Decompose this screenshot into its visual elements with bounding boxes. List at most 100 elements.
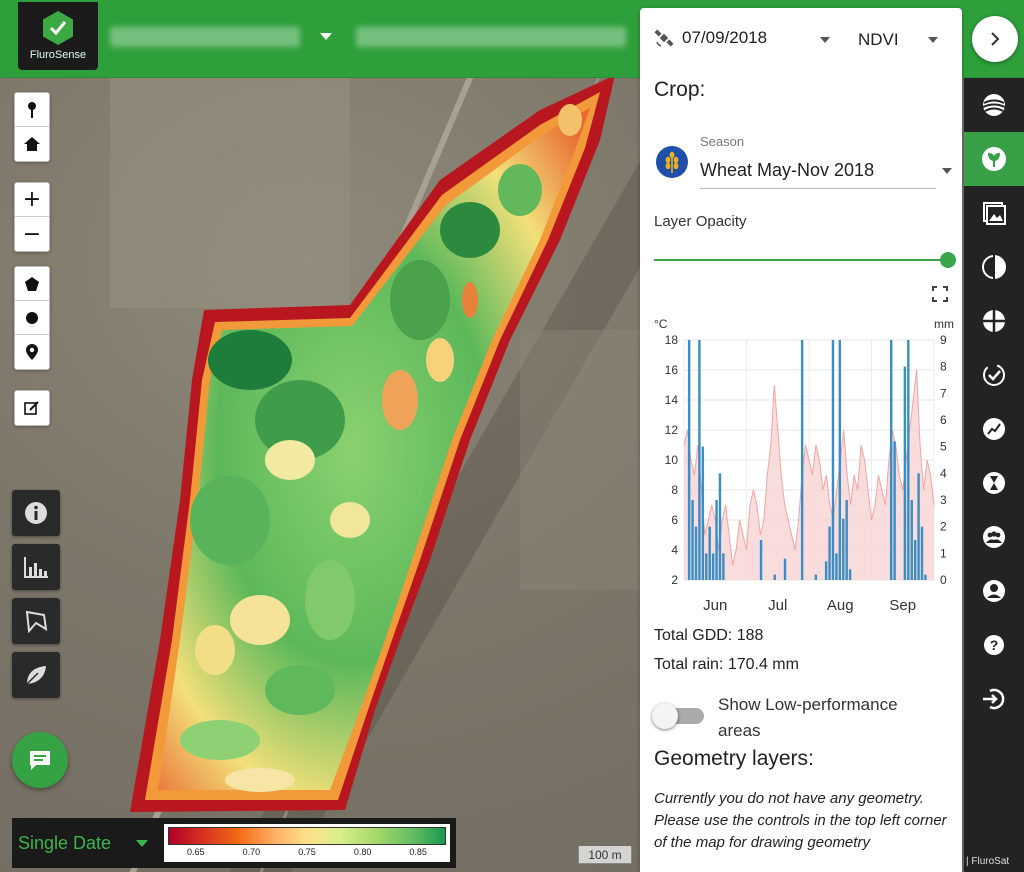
zoning-icon[interactable] — [964, 240, 1024, 294]
satellite-icon — [654, 29, 674, 47]
right-tick-label: 5 — [940, 440, 947, 454]
logo-icon — [43, 11, 73, 45]
layer-opacity-label: Layer Opacity — [654, 213, 747, 230]
map-toolbar-top — [14, 92, 50, 162]
rain-bar — [773, 574, 776, 580]
rain-bar — [838, 340, 842, 580]
chevron-down-icon[interactable] — [320, 33, 332, 40]
right-tick-label: 2 — [940, 520, 947, 534]
season-select[interactable]: Wheat May-Nov 2018 — [700, 160, 874, 181]
chevron-down-icon — [136, 840, 148, 847]
checklist-icon[interactable] — [964, 348, 1024, 402]
chevron-down-icon[interactable] — [942, 168, 952, 174]
info-button[interactable] — [12, 490, 60, 536]
fullscreen-icon[interactable] — [932, 286, 948, 302]
right-axis-unit: mm — [934, 317, 954, 331]
right-tick-label: 7 — [940, 386, 947, 400]
pie-icon[interactable] — [964, 294, 1024, 348]
layer-opacity-slider[interactable] — [654, 259, 950, 261]
rain-bar — [917, 473, 920, 580]
right-tick-label: 1 — [940, 546, 947, 560]
chevron-down-icon[interactable] — [928, 37, 938, 43]
right-tick-label: 6 — [940, 413, 947, 427]
total-gdd: Total GDD: 188 — [654, 627, 764, 644]
right-tick-label: 0 — [940, 573, 947, 587]
paddock-select[interactable] — [356, 27, 626, 47]
draw-polygon-icon[interactable] — [15, 267, 49, 301]
rain-bar — [893, 441, 896, 580]
rain-bar — [920, 526, 924, 580]
left-tick-label: 2 — [671, 573, 678, 587]
svg-text:?: ? — [990, 637, 999, 653]
x-tick-label: Jul — [768, 597, 787, 614]
edit-icon[interactable] — [15, 391, 49, 425]
team-icon[interactable] — [964, 510, 1024, 564]
rain-bar — [711, 553, 715, 580]
analytics-icon[interactable] — [964, 402, 1024, 456]
imagery-icon[interactable] — [964, 186, 1024, 240]
rain-bar — [691, 500, 694, 580]
info-icon — [25, 502, 47, 524]
wheat-icon — [656, 146, 688, 178]
map-attribution: | FluroSat — [966, 856, 1010, 867]
weather-icon[interactable] — [964, 78, 1024, 132]
chevron-down-icon[interactable] — [820, 37, 830, 43]
rain-bar — [824, 561, 828, 580]
draw-circle-icon[interactable] — [15, 301, 49, 335]
rain-bar — [889, 340, 893, 580]
chart-right-ticks: 0 1 2 3 4 5 6 7 8 9 — [940, 333, 947, 587]
season-label: Season — [700, 134, 745, 149]
total-rain: Total rain: 170.4 mm — [654, 656, 799, 673]
left-axis-unit: °C — [654, 317, 668, 331]
left-tick-label: 12 — [665, 423, 679, 437]
rain-bar — [718, 473, 722, 580]
low-performance-label: Show Low-performance areas — [718, 695, 898, 740]
farm-select[interactable] — [110, 27, 300, 47]
legend-color-bar — [168, 827, 446, 845]
rain-bar — [910, 500, 913, 580]
crop-layer-button[interactable] — [12, 652, 60, 698]
zone-button[interactable] — [12, 598, 60, 644]
weather-chart[interactable]: °C mm 24681012141618 0123456789 Jun Jul Au… — [648, 314, 960, 614]
chart-x-ticks: Jun Jul Aug Sep — [703, 597, 916, 614]
app-logo[interactable]: FluroSense — [18, 2, 98, 70]
date-select[interactable]: 07/09/2018 — [654, 28, 767, 48]
right-tick-label: 3 — [940, 493, 947, 507]
low-performance-toggle-thumb[interactable] — [652, 703, 678, 729]
legend-tick: 0.65 — [187, 847, 205, 857]
chat-button[interactable] — [12, 732, 68, 788]
rain-bar — [845, 500, 848, 580]
ndvi-field-overlay[interactable] — [0, 0, 640, 872]
profile-icon[interactable] — [964, 564, 1024, 618]
date-mode-select[interactable]: Single Date — [12, 818, 162, 868]
left-tick-label: 6 — [671, 513, 678, 527]
legend-ticks: 0.65 0.70 0.75 0.80 0.85 — [168, 845, 446, 859]
layer-opacity-thumb[interactable] — [940, 252, 956, 268]
hourglass-icon[interactable] — [964, 456, 1024, 510]
crop-icon[interactable] — [964, 132, 1024, 186]
rain-bar — [828, 526, 831, 580]
help-icon[interactable]: ? — [964, 618, 1024, 672]
rain-bar — [800, 340, 804, 580]
draw-toolbar — [14, 266, 50, 370]
side-panel: 07/09/2018 NDVI Crop: Season Wheat May-N… — [640, 8, 962, 872]
draw-marker-icon[interactable] — [15, 335, 49, 369]
selected-index[interactable]: NDVI — [858, 30, 899, 50]
zoom-in-button[interactable]: + — [15, 183, 49, 217]
rain-bar — [831, 340, 835, 580]
chat-icon — [30, 751, 50, 770]
logout-icon[interactable] — [964, 672, 1024, 726]
rain-bar — [848, 569, 852, 580]
home-icon[interactable] — [15, 127, 49, 161]
geometry-message: Currently you do not have any geometry. … — [654, 790, 947, 851]
x-tick-label: Jun — [703, 597, 727, 614]
right-nav-bar: ? — [964, 78, 1024, 872]
pin-icon[interactable] — [15, 93, 49, 127]
chart-button[interactable] — [12, 544, 60, 590]
right-tick-label: 9 — [940, 333, 947, 347]
x-tick-label: Aug — [827, 597, 854, 614]
zoom-out-button[interactable]: − — [15, 217, 49, 251]
selected-date: 07/09/2018 — [682, 28, 768, 47]
collapse-panel-button[interactable] — [972, 16, 1018, 62]
rain-bar — [903, 366, 907, 580]
